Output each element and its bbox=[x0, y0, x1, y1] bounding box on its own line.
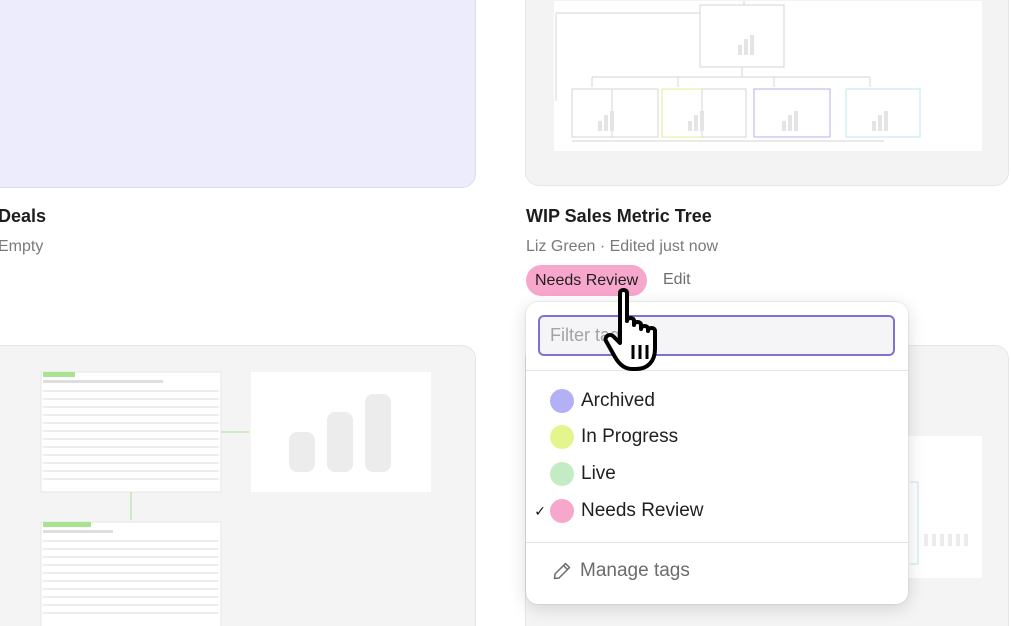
tag-option-label: Needs Review bbox=[581, 500, 704, 521]
tag-color-dot bbox=[550, 462, 574, 486]
tag-option-archived[interactable]: Archived bbox=[526, 384, 908, 418]
tag-color-dot bbox=[550, 389, 574, 413]
metric-tree-diagram bbox=[555, 1, 921, 142]
deals-card-subtitle: Empty bbox=[0, 238, 44, 255]
metric-tree-preview bbox=[554, 1, 982, 151]
manage-tags-label: Manage tags bbox=[580, 560, 690, 581]
deals-card-title[interactable]: Deals bbox=[0, 206, 46, 227]
deals-card-thumbnail[interactable] bbox=[0, 0, 476, 188]
tag-dropdown: Archived In Progress Live ✓ Needs Review… bbox=[526, 302, 908, 604]
tag-option-needs-review[interactable]: ✓ Needs Review bbox=[526, 494, 908, 528]
tag-option-live[interactable]: Live bbox=[526, 457, 908, 491]
query-card-thumbnail[interactable] bbox=[0, 345, 476, 626]
query-flow-diagram bbox=[40, 371, 431, 626]
dropdown-divider bbox=[526, 370, 908, 371]
check-icon: ✓ bbox=[534, 502, 546, 519]
needs-review-tag[interactable]: Needs Review bbox=[526, 265, 648, 296]
dropdown-divider bbox=[526, 542, 908, 543]
tag-option-label: In Progress bbox=[581, 426, 679, 447]
tag-option-in-progress[interactable]: In Progress bbox=[526, 420, 908, 454]
tag-color-dot bbox=[550, 499, 574, 523]
metric-tree-card-subtitle: Liz Green · Edited just now bbox=[526, 238, 719, 255]
manage-tags-button[interactable]: Manage tags bbox=[552, 560, 690, 582]
metric-tree-card-title[interactable]: WIP Sales Metric Tree bbox=[526, 206, 712, 227]
tag-color-dot bbox=[550, 425, 574, 449]
tag-option-label: Live bbox=[581, 463, 616, 484]
metric-tree-card-thumbnail[interactable] bbox=[525, 0, 1009, 186]
pencil-icon bbox=[553, 562, 571, 580]
filter-tags-input[interactable] bbox=[538, 315, 895, 356]
edit-tags-link[interactable]: Edit bbox=[663, 271, 691, 289]
tag-option-label: Archived bbox=[581, 390, 655, 411]
